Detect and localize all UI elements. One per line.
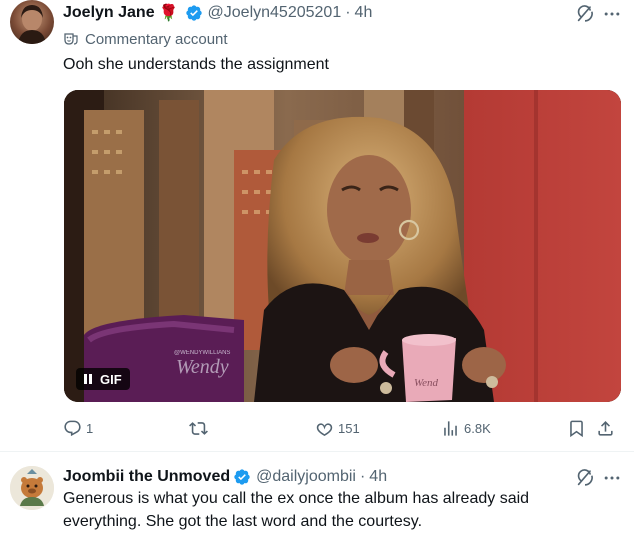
user-handle[interactable]: @Joelyn45205201 [208, 4, 342, 22]
tweet-joelyn-jane[interactable]: Joelyn Jane 🌹 @Joelyn45205201 · 4h Comme… [0, 0, 634, 452]
separator-dot: · [345, 4, 351, 21]
tweet-text-line-2: everything. She got the last word and th… [63, 513, 423, 530]
reply-count: 1 [86, 420, 94, 436]
timestamp[interactable]: 4h [369, 468, 387, 486]
reply-button[interactable]: 1 [63, 416, 93, 440]
grok-icon[interactable] [574, 3, 596, 25]
user-handle[interactable]: @dailyjoombii [256, 468, 356, 486]
share-icon [598, 420, 613, 436]
like-button[interactable]: 151 [315, 416, 360, 440]
theater-masks-icon [64, 33, 78, 45]
timestamp[interactable]: 4h [355, 4, 373, 22]
tweet-header: Joombii the Unmoved @dailyjoombii · 4h [63, 466, 387, 488]
share-button[interactable] [596, 416, 619, 440]
views-button[interactable]: 6.8K [441, 416, 491, 440]
repost-icon [189, 421, 208, 435]
verified-badge-icon [234, 469, 250, 485]
gif-badge[interactable]: GIF [76, 368, 130, 390]
bookmark-button[interactable] [567, 416, 590, 440]
verified-badge-icon [185, 5, 202, 21]
view-count: 6.8K [464, 420, 491, 436]
more-icon[interactable] [602, 467, 622, 489]
display-name[interactable]: Joelyn Jane [63, 4, 155, 22]
tweet-joombii[interactable]: Joombii the Unmoved @dailyjoombii · 4h G… [0, 452, 634, 539]
tweet-text-line-1: Generous is what you call the ex once th… [63, 490, 530, 507]
tweet-header: Joelyn Jane 🌹 @Joelyn45205201 · 4h [63, 2, 372, 24]
reply-icon [64, 420, 81, 436]
rose-emoji: 🌹 [158, 5, 179, 22]
repost-button[interactable] [189, 416, 212, 440]
tweet-text: Generous is what you call the ex once th… [63, 487, 603, 533]
account-label: Commentary account [63, 28, 228, 50]
tweet-text: Ooh she understands the assignment [63, 56, 329, 73]
gif-label: GIF [100, 371, 122, 387]
views-icon [444, 420, 457, 436]
more-icon[interactable] [602, 3, 622, 25]
watermark-large: Wendy [176, 356, 229, 378]
bookmark-icon [570, 420, 583, 437]
account-label-text: Commentary account [85, 30, 228, 48]
avatar-joelyn[interactable] [10, 0, 54, 44]
like-icon [316, 422, 333, 436]
display-name[interactable]: Joombii the Unmoved [63, 468, 230, 486]
tweet-media-gif[interactable]: Wend @WENDYWILLIANS Wendy GIF [64, 90, 621, 402]
separator-dot: · [359, 468, 366, 485]
grok-icon[interactable] [574, 467, 596, 489]
avatar-joombii[interactable] [10, 466, 54, 510]
pause-icon[interactable] [84, 374, 92, 384]
gif-frame-image: Wend @WENDYWILLIANS Wendy [64, 90, 621, 402]
mug-text: Wend [414, 377, 439, 389]
action-bar: 1 151 6.8K [63, 416, 619, 440]
like-count: 151 [338, 420, 360, 436]
